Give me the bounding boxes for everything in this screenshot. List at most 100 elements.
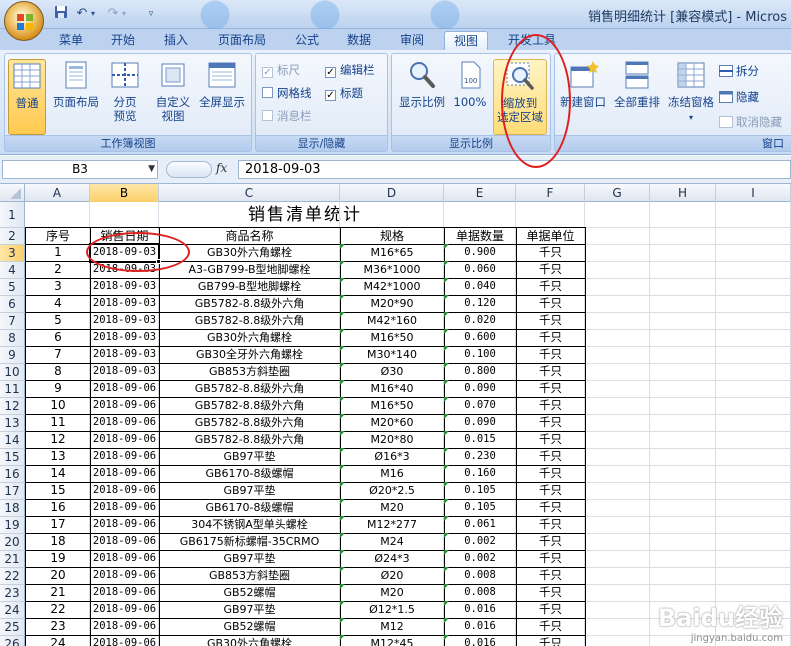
row-header[interactable]: 18 [0,500,25,517]
table-cell[interactable]: 0.016 [444,635,517,646]
table-cell[interactable]: 千只 [516,567,586,585]
table-header-cell[interactable]: 商品名称 [159,227,341,245]
row-header[interactable]: 26 [0,636,25,646]
table-cell[interactable]: GB6170-8级螺帽 [159,465,341,483]
table-cell[interactable]: 13 [25,448,91,466]
row-header[interactable]: 8 [0,330,25,347]
table-cell[interactable]: 千只 [516,397,586,415]
table-cell[interactable]: 23 [25,618,91,636]
table-cell[interactable]: 9 [25,380,91,398]
tab-menu[interactable]: 菜单 [52,31,90,50]
undo-dropdown-icon[interactable]: ▾ [88,5,98,23]
table-cell[interactable]: 2018-09-03 [90,363,160,381]
table-cell[interactable]: 2018-09-06 [90,618,160,636]
freeze-panes-button[interactable]: 冻结窗格 ▾ [665,59,717,135]
table-cell[interactable]: 0.016 [444,601,517,619]
table-cell[interactable]: 千只 [516,482,586,500]
table-cell[interactable]: Ø30 [340,363,445,381]
name-box[interactable]: B3 ▼ [2,160,158,179]
table-cell[interactable]: 18 [25,533,91,551]
table-cell[interactable]: M16*50 [340,397,445,415]
table-cell[interactable]: GB6170-8级螺帽 [159,499,341,517]
table-cell[interactable]: 16 [25,499,91,517]
table-cell[interactable]: 千只 [516,448,586,466]
formula-bar-checkbox[interactable]: ✓ 编辑栏 [325,62,375,78]
table-cell[interactable]: 2018-09-03 [90,312,160,330]
table-cell[interactable]: 千只 [516,346,586,364]
row-header[interactable]: 13 [0,415,25,432]
table-cell[interactable]: 千只 [516,584,586,602]
row-header[interactable]: 10 [0,364,25,381]
headings-checkbox[interactable]: ✓ 标题 [325,85,363,101]
table-cell[interactable]: 2018-09-06 [90,397,160,415]
row-header[interactable]: 2 [0,228,25,245]
table-cell[interactable]: 千只 [516,533,586,551]
table-cell[interactable]: 3 [25,278,91,296]
table-cell[interactable]: GB30外六角螺栓 [159,635,341,646]
table-cell[interactable]: GB853方斜垫圈 [159,567,341,585]
table-cell[interactable]: M20*80 [340,431,445,449]
table-cell[interactable]: M12 [340,618,445,636]
table-cell[interactable]: 0.160 [444,465,517,483]
table-cell[interactable]: 6 [25,329,91,347]
table-cell[interactable]: 2018-09-06 [90,516,160,534]
tab-review[interactable]: 审阅 [393,31,431,50]
table-cell[interactable]: 4 [25,295,91,313]
table-cell[interactable]: 10 [25,397,91,415]
table-cell[interactable]: GB799-B型地脚螺栓 [159,278,341,296]
table-cell[interactable]: 千只 [516,414,586,432]
table-cell[interactable]: 0.008 [444,567,517,585]
tab-data[interactable]: 数据 [340,31,378,50]
unhide-button[interactable]: 取消隐藏 [719,114,782,130]
table-cell[interactable]: 2018-09-06 [90,635,160,646]
row-header[interactable]: 20 [0,534,25,551]
column-header-f[interactable]: F [516,184,585,202]
table-cell[interactable]: 1 [25,244,91,262]
table-cell[interactable]: 2018-09-06 [90,601,160,619]
table-cell[interactable]: GB52螺帽 [159,584,341,602]
column-header-a[interactable]: A [25,184,90,202]
insert-function-button[interactable]: fx [216,161,227,175]
customize-arrow-icon[interactable]: ▿ [145,5,157,23]
table-cell[interactable]: 2018-09-06 [90,499,160,517]
table-cell[interactable]: GB6175新标螺帽-35CRMO [159,533,341,551]
table-cell[interactable]: 千只 [516,363,586,381]
table-cell[interactable]: 0.060 [444,261,517,279]
table-cell[interactable]: Ø20*2.5 [340,482,445,500]
row-header[interactable]: 4 [0,262,25,279]
table-cell[interactable]: 0.105 [444,499,517,517]
table-cell[interactable]: 0.800 [444,363,517,381]
normal-view-button[interactable]: 普通 [8,59,46,135]
table-cell[interactable]: GB5782-8.8级外六角 [159,397,341,415]
table-cell[interactable]: 千只 [516,499,586,517]
table-cell[interactable]: 千只 [516,261,586,279]
table-cell[interactable]: A3-GB799-B型地脚螺栓 [159,261,341,279]
table-cell[interactable]: Ø16*3 [340,448,445,466]
table-cell[interactable]: 千只 [516,244,586,262]
row-header[interactable]: 12 [0,398,25,415]
tab-home[interactable]: 开始 [104,31,142,50]
table-cell[interactable]: 24 [25,635,91,646]
table-cell[interactable]: GB97平垫 [159,601,341,619]
table-cell[interactable]: 22 [25,601,91,619]
row-header[interactable]: 3 [0,245,25,262]
row-header[interactable]: 19 [0,517,25,534]
row-header[interactable]: 21 [0,551,25,568]
formula-bar-grip[interactable] [166,161,212,178]
tab-view[interactable]: 视图 [444,31,488,50]
table-cell[interactable]: M16 [340,465,445,483]
table-cell[interactable]: 0.008 [444,584,517,602]
table-cell[interactable]: M12*277 [340,516,445,534]
table-cell[interactable]: 0.002 [444,550,517,568]
table-cell[interactable]: 21 [25,584,91,602]
row-header[interactable]: 25 [0,619,25,636]
table-cell[interactable]: GB853方斜垫圈 [159,363,341,381]
ruler-checkbox[interactable]: ✓ 标尺 [262,62,300,78]
table-cell[interactable]: 0.100 [444,346,517,364]
table-cell[interactable]: 2018-09-03 [90,329,160,347]
table-cell[interactable]: 2018-09-06 [90,550,160,568]
table-cell[interactable]: 千只 [516,601,586,619]
zoom-button[interactable]: 显示比例 [396,59,448,135]
table-cell[interactable]: GB97平垫 [159,550,341,568]
arrange-all-button[interactable]: 全部重排 [611,59,663,135]
